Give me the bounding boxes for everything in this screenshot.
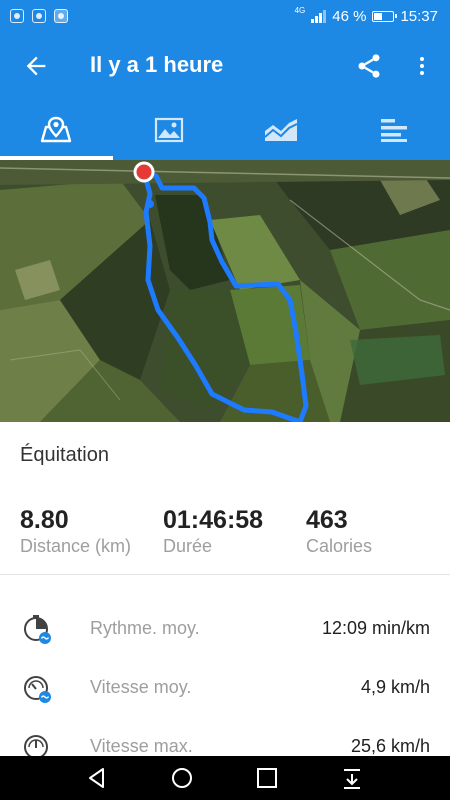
speedometer-icon: [24, 676, 51, 703]
chart-icon: [264, 119, 298, 141]
app-bar: Il y a 1 heure: [0, 32, 450, 100]
tab-bar: [0, 100, 450, 160]
nav-back-icon[interactable]: [85, 766, 109, 790]
app-notification-icon: [32, 9, 46, 23]
tab-map[interactable]: [0, 100, 113, 160]
satellite-map-image: [0, 160, 450, 422]
system-nav-bar: [0, 756, 450, 800]
stat-duration-value: 01:46:58: [163, 506, 264, 534]
speedometer-max-icon: [24, 735, 48, 756]
stat-distance-value: 8.80: [20, 506, 69, 534]
battery-icon: [372, 10, 398, 22]
detail-label-max-speed: Vitesse max.: [90, 736, 193, 756]
clock: 15:37: [400, 7, 438, 25]
tab-charts[interactable]: [225, 100, 338, 160]
detail-row-avg-speed: Vitesse moy. 4,9 km/h: [0, 667, 450, 707]
battery-percent: 46 %: [332, 7, 367, 25]
activity-summary: Équitation 8.80 Distance (km) 01:46:58 D…: [0, 422, 450, 756]
detail-value-pace: 12:09 min/km: [321, 618, 430, 638]
page-title: Il y a 1 heure: [90, 52, 224, 77]
download-notification-icon: [54, 9, 68, 23]
status-bar: 4G 46 % 15:37: [0, 0, 450, 32]
stat-calories-label: Calories: [306, 536, 373, 556]
stat-distance-label: Distance (km): [20, 536, 132, 556]
route-map[interactable]: [0, 160, 450, 422]
start-marker-icon[interactable]: [133, 161, 155, 183]
nav-recent-icon[interactable]: [255, 766, 279, 790]
stat-duration-label: Durée: [163, 536, 213, 556]
detail-row-max-speed: Vitesse max. 25,6 km/h: [0, 726, 450, 756]
bar-list-icon: [380, 119, 407, 142]
detail-row-pace: Rythme. moy. 12:09 min/km: [0, 608, 450, 648]
nav-home-icon[interactable]: [170, 766, 194, 790]
photo-icon: [154, 117, 183, 143]
detail-label-avg-speed: Vitesse moy.: [90, 677, 192, 697]
detail-value-avg-speed: 4,9 km/h: [360, 677, 430, 697]
arrow-back-icon[interactable]: [22, 52, 50, 80]
tab-photos[interactable]: [113, 100, 226, 160]
pace-icon: [24, 615, 51, 644]
detail-label-pace: Rythme. moy.: [90, 618, 200, 638]
nav-notification-icon[interactable]: [340, 766, 364, 790]
activity-type: Équitation: [20, 444, 109, 466]
stat-calories-value: 463: [306, 506, 348, 534]
network-type: 4G: [294, 5, 306, 15]
share-icon[interactable]: [355, 52, 383, 80]
shield-notification-icon: [10, 9, 24, 23]
more-vertical-icon[interactable]: [410, 52, 434, 80]
status-notification-icons: [10, 9, 68, 23]
stat-duration: 01:46:58 Durée: [163, 506, 263, 557]
tab-details[interactable]: [338, 100, 450, 160]
stats-row: 8.80 Distance (km) 01:46:58 Durée 463 Ca…: [0, 506, 450, 566]
stat-calories: 463 Calories: [306, 506, 372, 557]
stat-distance: 8.80 Distance (km): [20, 506, 131, 557]
detail-value-max-speed: 25,6 km/h: [350, 736, 430, 756]
signal-icon: [311, 9, 327, 23]
divider: [0, 574, 450, 575]
map-icon: [41, 116, 72, 143]
